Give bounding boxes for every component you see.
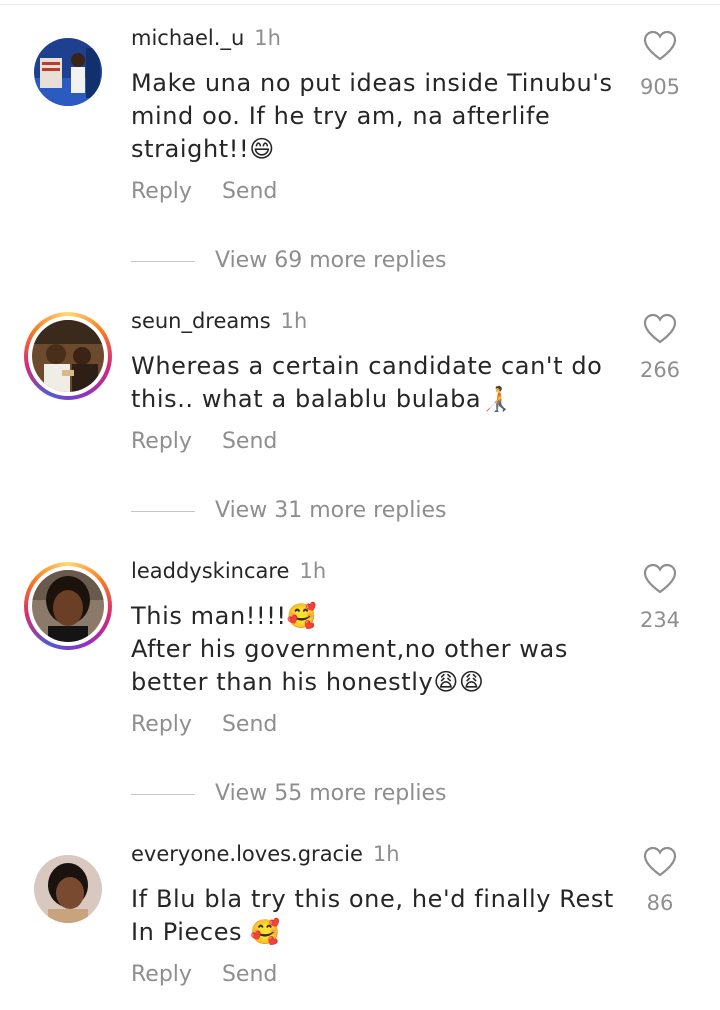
username[interactable]: everyone.loves.gracie 1h	[131, 842, 400, 866]
avatar[interactable]	[34, 38, 102, 106]
heart-icon[interactable]	[643, 30, 677, 62]
top-divider	[0, 0, 720, 5]
timestamp: 1h	[280, 309, 308, 333]
timestamp: 1h	[254, 26, 281, 50]
reply-button[interactable]: Reply	[131, 712, 192, 737]
send-button[interactable]: Send	[222, 179, 277, 204]
story-ring	[28, 566, 108, 646]
timestamp: 1h	[299, 559, 327, 583]
view-replies-button[interactable]: View 69 more replies	[131, 248, 446, 273]
comment-actions: Reply Send	[131, 962, 307, 987]
comment-text-line: This man!!!!🥰	[131, 602, 318, 630]
comment-text-line: After his government,no other was better…	[131, 635, 568, 696]
username[interactable]: seun_dreams 1h	[131, 309, 307, 333]
view-replies-button[interactable]: View 55 more replies	[131, 781, 446, 806]
view-replies-button[interactable]: View 31 more replies	[131, 498, 446, 523]
like-count: 86	[646, 891, 674, 915]
view-replies-label: View 31 more replies	[215, 498, 447, 523]
comment-text: If Blu bla try this one, he'd finally Re…	[131, 885, 614, 946]
divider-line	[131, 260, 195, 262]
send-button[interactable]: Send	[222, 962, 277, 987]
comment-text: This man!!!!🥰 After his government,no ot…	[131, 600, 631, 699]
timestamp: 1h	[372, 842, 400, 866]
story-ring	[28, 316, 108, 396]
avatar[interactable]	[34, 855, 102, 923]
send-button[interactable]: Send	[222, 712, 277, 737]
reply-button[interactable]: Reply	[131, 429, 192, 454]
reply-button[interactable]: Reply	[131, 179, 192, 204]
heart-icon[interactable]	[643, 563, 677, 595]
divider-line	[131, 793, 195, 795]
view-replies-label: View 55 more replies	[215, 781, 447, 806]
avatar-photo	[32, 570, 104, 642]
comment-actions: Reply Send	[131, 712, 307, 737]
divider-line	[131, 510, 195, 512]
avatar[interactable]	[24, 312, 112, 400]
username[interactable]: leaddyskincare 1h	[131, 559, 326, 583]
like-count: 905	[639, 75, 681, 99]
avatar-photo	[32, 320, 104, 392]
avatar[interactable]	[24, 562, 112, 650]
heart-icon[interactable]	[643, 846, 677, 878]
comment-actions: Reply Send	[131, 179, 307, 204]
send-button[interactable]: Send	[222, 429, 277, 454]
comment-text: Make una no put ideas inside Tinubu's mi…	[131, 69, 613, 163]
comment-text: Whereas a certain candidate can't do thi…	[131, 352, 603, 413]
like-count: 266	[639, 358, 681, 382]
username[interactable]: michael._u 1h	[131, 26, 281, 50]
reply-button[interactable]: Reply	[131, 962, 192, 987]
like-count: 234	[639, 608, 681, 632]
view-replies-label: View 69 more replies	[215, 248, 447, 273]
heart-icon[interactable]	[643, 313, 677, 345]
comment-actions: Reply Send	[131, 429, 307, 454]
